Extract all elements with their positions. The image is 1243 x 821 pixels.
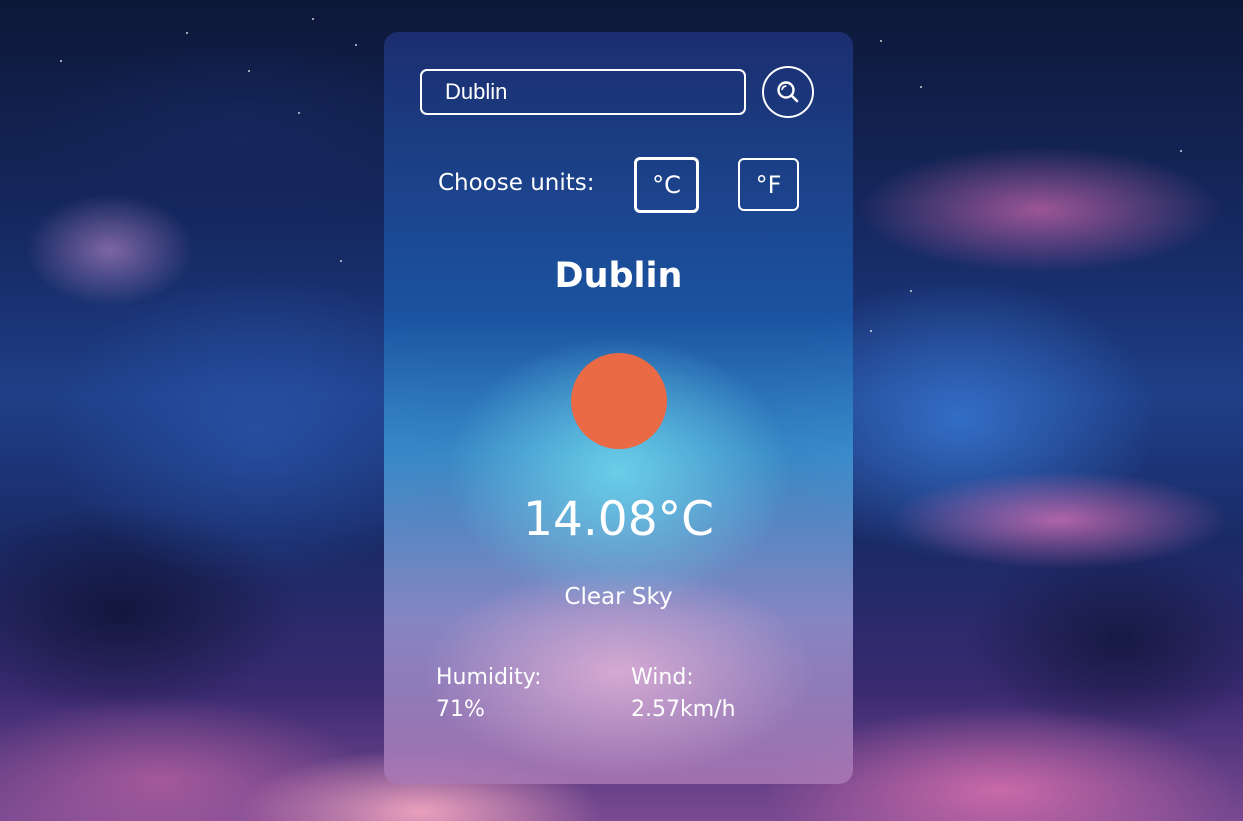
star	[340, 260, 342, 262]
wind-label: Wind:	[631, 665, 694, 690]
star	[355, 44, 357, 46]
star	[186, 32, 188, 34]
units-label: Choose units:	[438, 170, 595, 196]
temperature: 14.08°C	[523, 492, 714, 547]
weather-description: Clear Sky	[564, 584, 673, 610]
star	[910, 290, 912, 292]
city-search-input[interactable]	[420, 69, 746, 115]
wind-stat: Wind: 2.57km/h	[631, 662, 736, 726]
celsius-button[interactable]: °C	[634, 157, 699, 213]
search-button[interactable]	[762, 66, 814, 118]
star	[880, 40, 882, 42]
fahrenheit-button[interactable]: °F	[738, 158, 799, 211]
star	[920, 86, 922, 88]
humidity-stat: Humidity: 71%	[436, 662, 542, 726]
humidity-label: Humidity:	[436, 665, 542, 690]
sun-icon	[571, 353, 667, 449]
star	[298, 112, 300, 114]
star	[60, 60, 62, 62]
star	[1180, 150, 1182, 152]
star	[248, 70, 250, 72]
star	[870, 330, 872, 332]
star	[312, 18, 314, 20]
wind-value: 2.57km/h	[631, 697, 736, 722]
search-icon	[777, 81, 799, 103]
humidity-value: 71%	[436, 697, 485, 722]
city-name: Dublin	[554, 256, 683, 296]
weather-card: Choose units: °C °F Dublin 14.08°C Clear…	[384, 32, 853, 784]
